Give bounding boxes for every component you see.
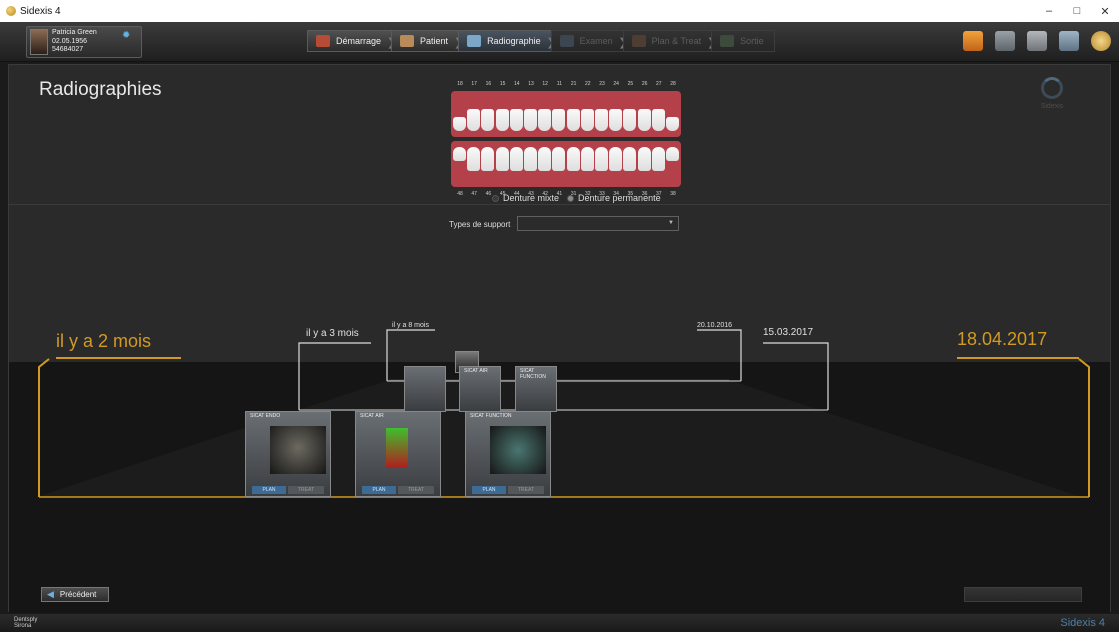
patient-photo bbox=[30, 29, 48, 55]
window-controls: – □ ✕ bbox=[1035, 0, 1119, 22]
patient-info: Patricia Green 02.05.1956 54684027 bbox=[52, 29, 97, 55]
window-titlebar: Sidexis 4 – □ ✕ bbox=[0, 0, 1119, 22]
card-title: SICAT AIR bbox=[360, 413, 384, 419]
sicat-function-card[interactable]: SICAT FUNCTION PLAN TREAT bbox=[465, 411, 551, 497]
tools-icon[interactable] bbox=[995, 31, 1015, 51]
help-icon[interactable] bbox=[1091, 31, 1111, 51]
step-plan-treat: Plan & Treat ❯ bbox=[622, 30, 716, 52]
back-card-1[interactable] bbox=[404, 366, 446, 412]
date-bracket-20-10-2016 bbox=[697, 329, 742, 381]
timeline-right-date: 18.04.2017 bbox=[957, 329, 1048, 349]
home-icon bbox=[316, 35, 330, 47]
step-label: Démarrage bbox=[336, 36, 382, 46]
air-treat-button[interactable]: TREAT bbox=[398, 486, 434, 494]
monitor-icon[interactable] bbox=[1059, 31, 1079, 51]
patient-flag-icon: ✹ bbox=[122, 30, 131, 41]
endo-treat-button[interactable]: TREAT bbox=[288, 486, 324, 494]
xray-icon bbox=[467, 35, 482, 47]
step-examen: Examen ❯ bbox=[550, 30, 628, 52]
step-label: Sortie bbox=[740, 36, 764, 46]
next-button bbox=[964, 587, 1082, 602]
step-label: Patient bbox=[420, 36, 449, 46]
endo-plan-button[interactable]: PLAN bbox=[252, 486, 286, 494]
logo-line-2: Sirona bbox=[14, 623, 32, 629]
step-patient[interactable]: Patient ❯ bbox=[391, 30, 463, 52]
close-icon[interactable]: ✕ bbox=[1091, 0, 1119, 22]
step-label: Examen bbox=[579, 36, 613, 46]
left-bracket bbox=[38, 358, 50, 497]
minimize-icon[interactable]: – bbox=[1035, 0, 1063, 22]
maximize-icon[interactable]: □ bbox=[1063, 0, 1091, 22]
sicat-function-preview bbox=[490, 426, 546, 474]
exit-door-icon[interactable] bbox=[963, 31, 983, 51]
timeline-date-3-months: il y a 3 mois bbox=[306, 328, 359, 339]
plan-icon bbox=[631, 35, 646, 47]
toolbar-icons bbox=[963, 31, 1111, 51]
function-treat-button[interactable]: TREAT bbox=[508, 486, 544, 494]
dentsply-logo: Dentsply Sirona bbox=[14, 617, 37, 629]
workflow-steps: Démarrage ❯ Patient ❯ Radiographie ❯ Exa… bbox=[307, 30, 775, 52]
timeline-left-date: il y a 2 mois bbox=[56, 331, 152, 351]
sicat-air-card[interactable]: SICAT AIR PLAN TREAT bbox=[355, 411, 441, 497]
step-demarrage[interactable]: Démarrage ❯ bbox=[307, 30, 396, 52]
function-plan-button[interactable]: PLAN bbox=[472, 486, 506, 494]
app-root: Sidexis 4 – □ ✕ Patricia Green 02.05.195… bbox=[0, 0, 1119, 632]
previous-button[interactable]: ◀ Précédent bbox=[41, 587, 109, 602]
timeline-date-20-10-2016: 20.10.2016 bbox=[697, 322, 733, 329]
sicat-endo-card[interactable]: SICAT ENDO PLAN TREAT bbox=[245, 411, 331, 497]
sicat-air-preview bbox=[386, 428, 408, 468]
patient-icon bbox=[400, 35, 415, 47]
step-radiographie[interactable]: Radiographie ❯ bbox=[458, 30, 556, 52]
previous-label: Précédent bbox=[59, 590, 97, 599]
step-label: Plan & Treat bbox=[651, 36, 702, 46]
settings-gear-icon[interactable] bbox=[1027, 31, 1047, 51]
card-title: SICAT FUNCTION bbox=[470, 413, 512, 419]
back-card-2[interactable]: SICAT AIR bbox=[459, 366, 501, 412]
timeline-date-15-03-2017: 15.03.2017 bbox=[763, 327, 814, 338]
app-icon bbox=[6, 6, 16, 16]
timeline-floor-plane bbox=[37, 380, 1081, 497]
arrow-left-icon: ◀ bbox=[47, 589, 54, 599]
right-bracket bbox=[1078, 358, 1090, 497]
back-card-title: SICAT FUNCTION bbox=[520, 368, 546, 380]
sicat-endo-preview bbox=[270, 426, 326, 474]
air-plan-button[interactable]: PLAN bbox=[362, 486, 396, 494]
timeline-date-8-months: il y a 8 mois bbox=[392, 322, 429, 329]
output-icon bbox=[720, 35, 735, 47]
footer-brand: Sidexis 4 bbox=[1060, 617, 1105, 629]
timeline-graphics bbox=[37, 329, 1090, 498]
patient-id: 54684027 bbox=[52, 46, 84, 53]
card-title: SICAT ENDO bbox=[250, 413, 281, 419]
back-card-title bbox=[405, 367, 413, 376]
patient-name: Patricia Green bbox=[52, 29, 97, 36]
back-card-title: SICAT AIR bbox=[464, 368, 488, 374]
window-title: Sidexis 4 bbox=[20, 5, 61, 17]
back-card-3[interactable]: SICAT FUNCTION bbox=[515, 366, 557, 412]
top-navigation-bar: Patricia Green 02.05.1956 54684027 ✹ Dém… bbox=[0, 22, 1119, 62]
step-label: Radiographie bbox=[487, 36, 541, 46]
main-panel: Radiographies Sidexis 18 17 16 15 14 13 12 11 21… bbox=[8, 64, 1111, 613]
step-sortie: Sortie bbox=[711, 30, 775, 52]
patient-card[interactable]: Patricia Green 02.05.1956 54684027 ✹ bbox=[26, 26, 142, 58]
footer: Dentsply Sirona Sidexis 4 bbox=[0, 614, 1119, 632]
patient-birthdate: 02.05.1956 bbox=[52, 37, 88, 45]
exam-icon bbox=[559, 35, 574, 47]
